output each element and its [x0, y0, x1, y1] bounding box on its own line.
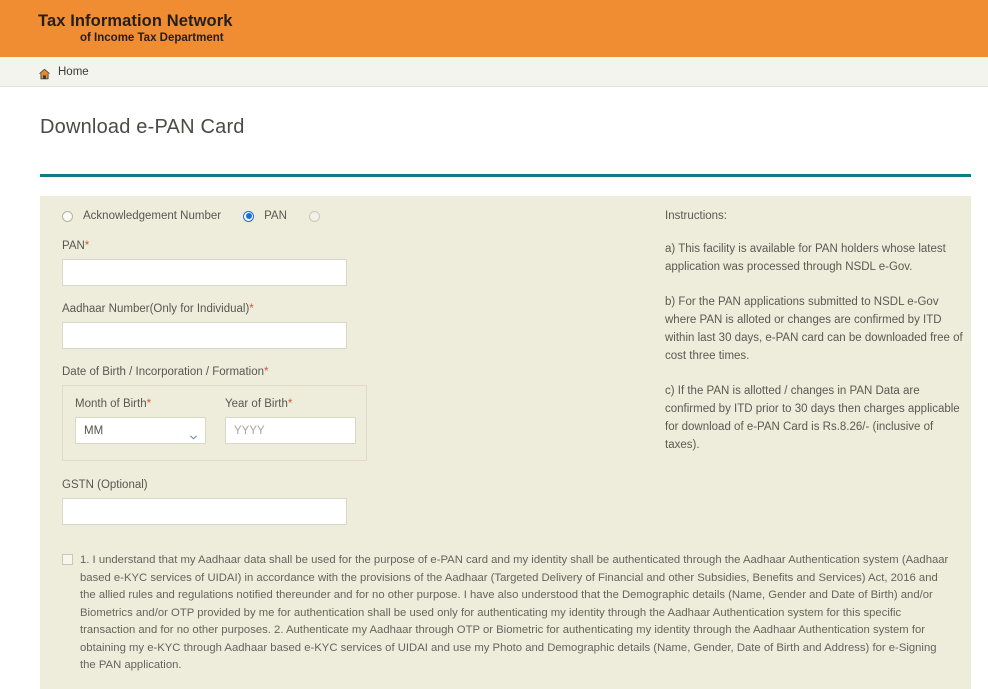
radio-label: Acknowledgement Number — [83, 210, 222, 222]
radio-label: PAN — [264, 210, 287, 222]
page-title: Download e-PAN Card — [40, 116, 245, 138]
radio-indicator[interactable] — [62, 210, 73, 222]
aadhaar-input[interactable] — [62, 322, 347, 349]
gstn-label: GSTN (Optional) — [62, 479, 148, 491]
pan-input[interactable] — [62, 259, 347, 286]
site-brand: Tax Information Network of Income Tax De… — [38, 12, 233, 46]
site-header: Tax Information Network of Income Tax De… — [0, 0, 988, 57]
radio-option-third[interactable] — [308, 210, 330, 222]
month-label-text: Month of Birth — [75, 398, 147, 410]
consent-row: 1. I understand that my Aadhaar data sha… — [40, 542, 971, 689]
month-select-value[interactable]: MM — [75, 417, 206, 444]
brand-subtitle: of Income Tax Department — [80, 32, 224, 44]
gstn-input[interactable] — [62, 498, 347, 525]
breadcrumb-item-home[interactable]: Home — [58, 66, 89, 78]
home-icon — [38, 67, 51, 79]
instruction-item-b: b) For the PAN applications submitted to… — [665, 296, 963, 362]
required-marker: * — [249, 303, 254, 315]
dob-fieldset: Month of Birth* MM Year of Birth* — [62, 385, 367, 461]
radio-indicator-disabled[interactable] — [308, 210, 320, 222]
breadcrumb: Home — [0, 57, 988, 87]
month-of-birth-label: Month of Birth* — [75, 398, 215, 410]
radio-option-pan[interactable]: PAN — [243, 210, 287, 222]
instruction-item-a: a) This facility is available for PAN ho… — [665, 243, 946, 273]
download-epan-form-panel: Acknowledgement Number PAN PAN* Aadhaar … — [40, 196, 971, 689]
pan-label-text: PAN — [62, 240, 85, 252]
form-fields-column: PAN* Aadhaar Number(Only for Individual)… — [40, 222, 370, 525]
year-label-text: Year of Birth — [225, 398, 288, 410]
instructions-panel: Instructions: a) This facility is availa… — [665, 210, 965, 471]
aadhaar-label-text: Aadhaar Number(Only for Individual) — [62, 303, 250, 315]
required-marker: * — [84, 240, 90, 252]
year-of-birth-cell: Year of Birth* — [225, 398, 365, 444]
title-divider — [40, 174, 971, 177]
radio-option-acknowledgement-number[interactable]: Acknowledgement Number — [62, 210, 221, 222]
instruction-item-c: c) If the PAN is allotted / changes in P… — [665, 385, 960, 451]
consent-checkbox[interactable] — [62, 554, 73, 565]
month-of-birth-cell: Month of Birth* MM — [75, 398, 215, 444]
aadhaar-label: Aadhaar Number(Only for Individual)* — [62, 303, 370, 315]
pan-label: PAN* — [62, 240, 370, 252]
instructions-heading: Instructions: — [665, 210, 727, 222]
brand-title: Tax Information Network — [38, 12, 233, 30]
required-marker: * — [287, 398, 293, 410]
year-of-birth-input[interactable] — [225, 417, 356, 444]
dob-row: Month of Birth* MM Year of Birth* — [75, 398, 366, 444]
month-of-birth-select[interactable]: MM — [75, 417, 206, 444]
required-marker: * — [263, 366, 269, 378]
consent-text: 1. I understand that my Aadhaar data sha… — [80, 554, 949, 671]
dob-group-label: Date of Birth / Incorporation / Formatio… — [62, 366, 370, 378]
required-marker: * — [146, 398, 152, 410]
dob-group-label-text: Date of Birth / Incorporation / Formatio… — [62, 366, 264, 378]
year-of-birth-label: Year of Birth* — [225, 398, 365, 410]
radio-indicator-selected[interactable] — [243, 210, 255, 222]
